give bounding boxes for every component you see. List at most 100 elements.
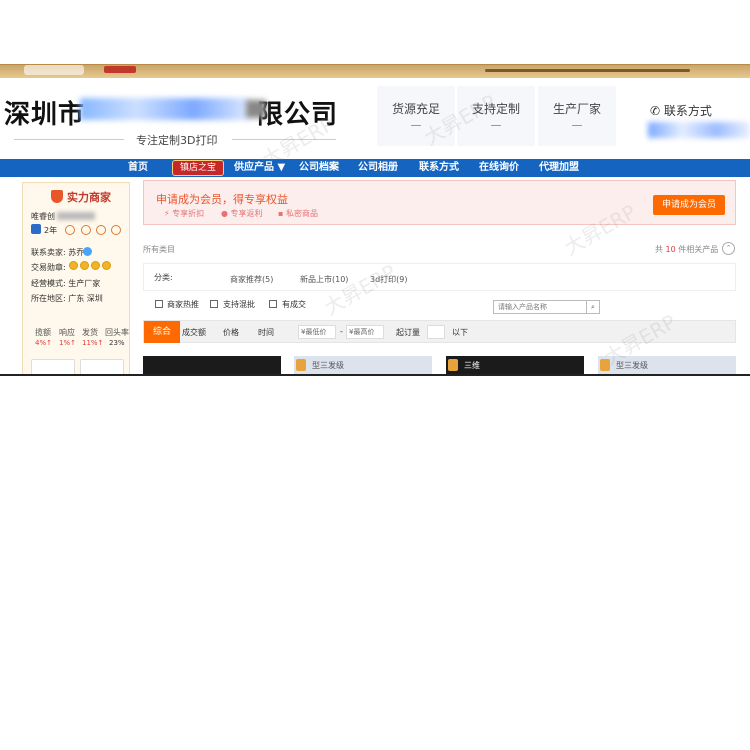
medal-icon	[80, 261, 89, 270]
all-categories[interactable]: 所有类目	[143, 244, 175, 255]
medal-icon	[69, 261, 78, 270]
card-label: 三维	[464, 361, 480, 370]
crown-icon	[296, 359, 306, 371]
site-logo	[24, 65, 84, 75]
feature-manufacturer: 生产厂家	[538, 86, 616, 146]
follow-shop-button[interactable]	[80, 359, 124, 374]
feature-dash	[411, 125, 421, 126]
nav-profile[interactable]: 公司档案	[299, 159, 339, 177]
hot-checkbox[interactable]	[155, 300, 163, 308]
chat-icon[interactable]	[83, 247, 92, 256]
category-label: 分类:	[154, 273, 173, 282]
price-dash: -	[340, 327, 343, 336]
contact-person: 联系卖家: 苏乔	[31, 248, 85, 257]
feature-dash	[572, 125, 582, 126]
perk-discount: ⚡ 专享折扣	[164, 209, 205, 218]
apply-member-button[interactable]: 申请成为会员	[653, 195, 725, 215]
top-search-bar[interactable]	[485, 69, 690, 72]
shop-name-suffix: 限公司	[257, 99, 339, 129]
product-card[interactable]: 型三发级	[294, 356, 432, 374]
promo-title: 申请成为会员，得专享权益	[156, 193, 288, 206]
sort-default[interactable]: 综合	[144, 321, 180, 343]
mixed-checkbox[interactable]	[210, 300, 218, 308]
perk-rebate: ● 专享返利	[221, 209, 263, 218]
card-label: 型三发级	[312, 361, 344, 370]
nav-home[interactable]: 首页	[128, 159, 148, 177]
phone-number-redacted	[648, 122, 750, 138]
medal-icon	[102, 261, 111, 270]
feature-label: 生产厂家	[552, 102, 601, 116]
main-nav: 首页 镇店之宝 供应产品 ▼ 公司档案 公司相册 联系方式 在线询价 代理加盟	[0, 159, 750, 177]
min-price-input[interactable]: ¥最低价	[298, 325, 336, 339]
feature-label: 支持定制	[471, 102, 520, 116]
medal-icon	[91, 261, 100, 270]
contact-label: 联系方式	[663, 104, 712, 118]
top-strip	[0, 64, 750, 78]
product-count: 共 10 件相关产品	[655, 244, 718, 255]
sort-bar: 综合 成交额 价格 时间 ¥最低价 - ¥最高价 起订量 以下	[143, 320, 736, 343]
region: 所在地区: 广东 深圳	[31, 294, 103, 303]
stat-header: 响应	[59, 328, 75, 337]
shop-header: 深圳市 限公司 专注定制3D打印 货源充足 支持定制 生产厂家 ✆ 联系方式	[0, 78, 750, 159]
nav-inquiry[interactable]: 在线询价	[479, 159, 519, 177]
feature-supply: 货源充足	[377, 86, 455, 146]
phone-icon: ✆	[650, 104, 661, 118]
mixed-label: 支持混批	[223, 300, 255, 309]
nav-products[interactable]: 供应产品 ▼	[234, 159, 285, 177]
category-3dprint[interactable]: 3d打印(9)	[370, 274, 408, 285]
search-icon[interactable]: ⌕	[586, 300, 600, 314]
nav-treasure[interactable]: 镇店之宝	[172, 160, 224, 176]
feature-dash	[491, 125, 501, 126]
collapse-icon[interactable]: ⌃	[722, 242, 735, 255]
seller-name-redacted	[57, 212, 95, 220]
cert-icon	[65, 225, 75, 235]
cert-icon	[111, 225, 121, 235]
feature-custom: 支持定制	[457, 86, 535, 146]
product-card[interactable]	[143, 356, 281, 374]
perk-label: 专享折扣	[172, 209, 205, 218]
seller-name[interactable]: 唯睿创	[31, 211, 55, 222]
nav-agency[interactable]: 代理加盟	[539, 159, 579, 177]
stat-header: 揽额	[35, 328, 51, 337]
site-logo-badge	[104, 66, 136, 73]
nav-album[interactable]: 公司相册	[358, 159, 398, 177]
deal-checkbox[interactable]	[269, 300, 277, 308]
contact-info[interactable]: ✆ 联系方式	[650, 102, 712, 119]
sort-time[interactable]: 时间	[258, 327, 274, 338]
product-search-input[interactable]: 请输入产品名称	[493, 300, 587, 314]
category-recommend[interactable]: 商家推荐(5)	[230, 274, 273, 285]
moq-below: 以下	[452, 328, 468, 337]
perk-private: ▪ 私密商品	[278, 209, 318, 218]
stat-value: 11%↑	[82, 339, 104, 347]
deal-label: 有成交	[282, 300, 306, 309]
sort-price[interactable]: 价格	[223, 327, 239, 338]
screenshot-region: 深圳市 限公司 专注定制3D打印 货源充足 支持定制 生产厂家 ✆ 联系方式 首页…	[0, 64, 750, 376]
count-value: 10	[665, 245, 676, 254]
seller-card: 实力商家 唯睿创 2年 联系卖家: 苏乔 交易勋章: 经营模式: 生产厂家 所在…	[22, 182, 130, 374]
count-suffix: 件相关产品	[678, 245, 719, 254]
shop-name-prefix: 深圳市	[4, 99, 86, 129]
checkbox-filters: 商家热推 支持混批 有成交	[143, 295, 736, 315]
shop-name-redacted	[80, 98, 250, 120]
stat-value: 23%	[109, 339, 125, 347]
stat-header: 回头率	[105, 328, 129, 337]
sort-volume[interactable]: 成交额	[182, 327, 206, 338]
crown-icon	[448, 359, 458, 371]
perk-label: 私密商品	[285, 209, 318, 218]
perk-label: 专享返利	[230, 209, 263, 218]
moq-input[interactable]	[427, 325, 445, 339]
year-icon	[31, 224, 41, 234]
stat-value: 4%↑	[35, 339, 52, 347]
product-card[interactable]: 三维	[446, 356, 584, 374]
product-card[interactable]: 型三发级	[598, 356, 736, 374]
shop-name-redacted-2	[246, 100, 266, 118]
category-new[interactable]: 新品上市(10)	[300, 274, 348, 285]
card-label: 型三发级	[616, 361, 648, 370]
cert-icon	[81, 225, 91, 235]
business-model: 经营模式: 生产厂家	[31, 279, 101, 288]
nav-contact[interactable]: 联系方式	[419, 159, 459, 177]
seller-years: 2年	[44, 226, 58, 235]
moq-label: 起订量	[396, 328, 420, 337]
enter-shop-button[interactable]	[31, 359, 75, 374]
max-price-input[interactable]: ¥最高价	[346, 325, 384, 339]
